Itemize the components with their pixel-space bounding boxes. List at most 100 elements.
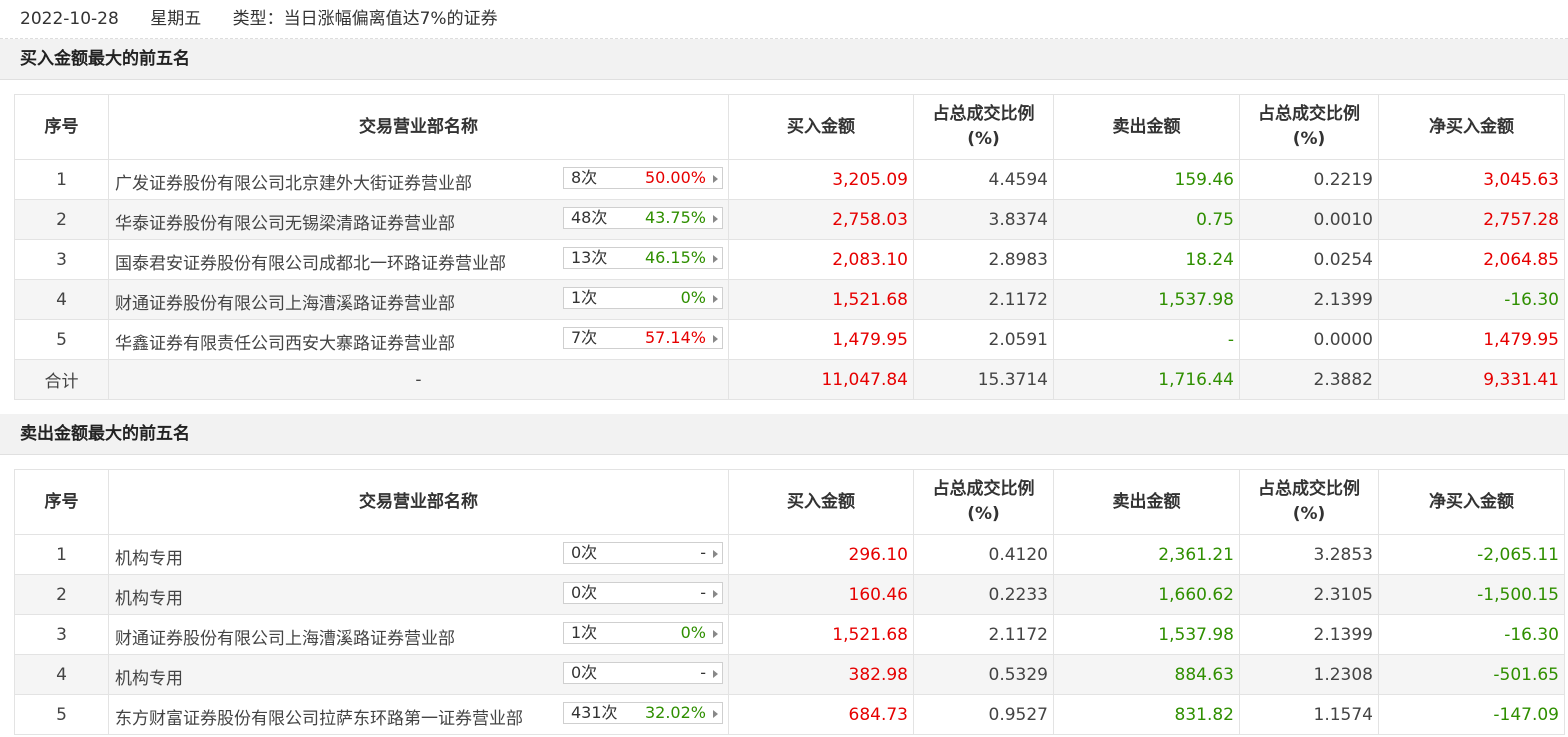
buy-ratio: 2.0591 bbox=[913, 319, 1054, 360]
listing-count: 0次 bbox=[571, 543, 598, 562]
row-index: 2 bbox=[14, 574, 109, 615]
buy-ratio: 0.9527 bbox=[913, 694, 1054, 735]
listing-type: 类型：当日涨幅偏离值达7%的证券 bbox=[232, 9, 498, 29]
net-buy-amount: -16.30 bbox=[1378, 614, 1565, 655]
net-buy-amount: -16.30 bbox=[1378, 279, 1565, 320]
success-rate: 0% bbox=[680, 623, 706, 642]
total-buy-amount: 11,047.84 bbox=[728, 359, 914, 400]
branch-name[interactable]: 华泰证券股份有限公司无锡梁清路证券营业部 bbox=[115, 209, 455, 234]
listing-count: 7次 bbox=[571, 328, 598, 347]
table-row[interactable]: 4 机构专用 0次 - 382.98 0.5329 884.63 1.2308 -501.65 bbox=[14, 654, 1565, 695]
col-net-buy-header: 净买入金额 bbox=[1378, 94, 1565, 160]
caret-right-icon bbox=[713, 590, 718, 598]
col-buy-amount-header: 买入金额 bbox=[728, 94, 914, 160]
branch-cell[interactable]: 财通证券股份有限公司上海漕溪路证券营业部 1次 0% bbox=[108, 614, 729, 655]
success-rate: 46.15% bbox=[644, 248, 706, 267]
sell-amount: 884.63 bbox=[1053, 654, 1240, 695]
branch-cell[interactable]: 财通证券股份有限公司上海漕溪路证券营业部 1次 0% bbox=[108, 279, 729, 320]
table-row[interactable]: 2 华泰证券股份有限公司无锡梁清路证券营业部 48次 43.75% 2,758.03 3.… bbox=[14, 199, 1565, 240]
branch-record-button[interactable]: 48次 43.75% bbox=[563, 207, 723, 229]
sell-amount: 2,361.21 bbox=[1053, 534, 1240, 575]
row-index: 3 bbox=[14, 614, 109, 655]
sell-ratio: 0.2219 bbox=[1239, 159, 1379, 200]
col-index-header: 序号 bbox=[14, 94, 109, 160]
row-index: 5 bbox=[14, 694, 109, 735]
branch-name[interactable]: 财通证券股份有限公司上海漕溪路证券营业部 bbox=[115, 289, 455, 314]
net-buy-amount: -501.65 bbox=[1378, 654, 1565, 695]
col-buy-amount-header: 买入金额 bbox=[728, 469, 914, 535]
col-buy-ratio-header: 占总成交比例 (%) bbox=[913, 469, 1054, 535]
branch-name[interactable]: 国泰君安证券股份有限公司成都北一环路证券营业部 bbox=[115, 249, 506, 274]
branch-record-button[interactable]: 1次 0% bbox=[563, 622, 723, 644]
branch-cell[interactable]: 机构专用 0次 - bbox=[108, 654, 729, 695]
buy-amount: 1,521.68 bbox=[728, 279, 914, 320]
listing-count: 1次 bbox=[571, 288, 598, 307]
row-index: 5 bbox=[14, 319, 109, 360]
sell-ratio: 1.1574 bbox=[1239, 694, 1379, 735]
net-buy-amount: -1,500.15 bbox=[1378, 574, 1565, 615]
sell-ratio: 1.2308 bbox=[1239, 654, 1379, 695]
sell-top5-table: 序号 交易营业部名称 买入金额 占总成交比例 (%) 卖出金额 占总成交比例 (%) 净买入金额… bbox=[14, 469, 1565, 735]
branch-cell[interactable]: 华鑫证券有限责任公司西安大寨路证券营业部 7次 57.14% bbox=[108, 319, 729, 360]
buy-amount: 2,758.03 bbox=[728, 199, 914, 240]
branch-name[interactable]: 机构专用 bbox=[115, 584, 183, 609]
branch-cell[interactable]: 国泰君安证券股份有限公司成都北一环路证券营业部 13次 46.15% bbox=[108, 239, 729, 280]
date-type-bar: 2022-10-28 星期五 类型：当日涨幅偏离值达7%的证券 bbox=[0, 0, 1568, 39]
branch-cell[interactable]: 机构专用 0次 - bbox=[108, 534, 729, 575]
table-row[interactable]: 3 财通证券股份有限公司上海漕溪路证券营业部 1次 0% 1,521.68 2.1172 1… bbox=[14, 614, 1565, 655]
buy-ratio: 3.8374 bbox=[913, 199, 1054, 240]
row-index: 1 bbox=[14, 159, 109, 200]
sell-amount: 0.75 bbox=[1053, 199, 1240, 240]
col-sell-ratio-header: 占总成交比例 (%) bbox=[1239, 94, 1379, 160]
sell-ratio: 0.0000 bbox=[1239, 319, 1379, 360]
buy-ratio: 0.5329 bbox=[913, 654, 1054, 695]
table-row[interactable]: 2 机构专用 0次 - 160.46 0.2233 1,660.62 2.3105 -1,500… bbox=[14, 574, 1565, 615]
sell-amount: 1,537.98 bbox=[1053, 279, 1240, 320]
table-row[interactable]: 1 机构专用 0次 - 296.10 0.4120 2,361.21 3.2853 -2,065… bbox=[14, 534, 1565, 575]
branch-name[interactable]: 机构专用 bbox=[115, 664, 183, 689]
buy-amount: 3,205.09 bbox=[728, 159, 914, 200]
buy-amount: 684.73 bbox=[728, 694, 914, 735]
branch-cell[interactable]: 华泰证券股份有限公司无锡梁清路证券营业部 48次 43.75% bbox=[108, 199, 729, 240]
table-row[interactable]: 3 国泰君安证券股份有限公司成都北一环路证券营业部 13次 46.15% 2,083.1… bbox=[14, 239, 1565, 280]
col-sell-amount-header: 卖出金额 bbox=[1053, 94, 1240, 160]
branch-record-button[interactable]: 0次 - bbox=[563, 542, 723, 564]
net-buy-amount: -147.09 bbox=[1378, 694, 1565, 735]
branch-record-button[interactable]: 13次 46.15% bbox=[563, 247, 723, 269]
caret-right-icon bbox=[713, 215, 718, 223]
branch-record-button[interactable]: 0次 - bbox=[563, 662, 723, 684]
branch-name[interactable]: 机构专用 bbox=[115, 544, 183, 569]
buy-top5-title: 买入金额最大的前五名 bbox=[0, 39, 1568, 80]
branch-name[interactable]: 广发证券股份有限公司北京建外大街证券营业部 bbox=[115, 169, 472, 194]
branch-record-button[interactable]: 8次 50.00% bbox=[563, 167, 723, 189]
col-sell-ratio-header: 占总成交比例 (%) bbox=[1239, 469, 1379, 535]
sell-amount: 1,537.98 bbox=[1053, 614, 1240, 655]
table-row[interactable]: 5 华鑫证券有限责任公司西安大寨路证券营业部 7次 57.14% 1,479.95 2.0… bbox=[14, 319, 1565, 360]
success-rate: - bbox=[700, 583, 706, 602]
branch-record-button[interactable]: 431次 32.02% bbox=[563, 702, 723, 724]
sell-ratio: 2.1399 bbox=[1239, 614, 1379, 655]
row-index: 1 bbox=[14, 534, 109, 575]
branch-record-button[interactable]: 7次 57.14% bbox=[563, 327, 723, 349]
header-row: 序号 交易营业部名称 买入金额 占总成交比例 (%) 卖出金额 占总成交比例 (%) 净买入金额 bbox=[14, 469, 1565, 535]
listing-count: 0次 bbox=[571, 583, 598, 602]
branch-cell[interactable]: 广发证券股份有限公司北京建外大街证券营业部 8次 50.00% bbox=[108, 159, 729, 200]
col-sell-amount-header: 卖出金额 bbox=[1053, 469, 1240, 535]
branch-name[interactable]: 华鑫证券有限责任公司西安大寨路证券营业部 bbox=[115, 329, 455, 354]
sell-amount: 18.24 bbox=[1053, 239, 1240, 280]
table-row[interactable]: 4 财通证券股份有限公司上海漕溪路证券营业部 1次 0% 1,521.68 2.1172 1… bbox=[14, 279, 1565, 320]
net-buy-amount: -2,065.11 bbox=[1378, 534, 1565, 575]
table-header: 序号 交易营业部名称 买入金额 占总成交比例 (%) 卖出金额 占总成交比例 (%) 净买入金额 bbox=[14, 469, 1565, 535]
net-buy-amount: 2,757.28 bbox=[1378, 199, 1565, 240]
col-net-buy-header: 净买入金额 bbox=[1378, 469, 1565, 535]
branch-name[interactable]: 东方财富证券股份有限公司拉萨东环路第一证券营业部 bbox=[115, 704, 523, 729]
table-row[interactable]: 1 广发证券股份有限公司北京建外大街证券营业部 8次 50.00% 3,205.09 4.… bbox=[14, 159, 1565, 200]
table-row[interactable]: 5 东方财富证券股份有限公司拉萨东环路第一证券营业部 431次 32.02% 684.7… bbox=[14, 694, 1565, 735]
branch-record-button[interactable]: 0次 - bbox=[563, 582, 723, 604]
branch-record-button[interactable]: 1次 0% bbox=[563, 287, 723, 309]
total-sell-ratio: 2.3882 bbox=[1239, 359, 1379, 400]
branch-cell[interactable]: 机构专用 0次 - bbox=[108, 574, 729, 615]
branch-name[interactable]: 财通证券股份有限公司上海漕溪路证券营业部 bbox=[115, 624, 455, 649]
branch-cell[interactable]: 东方财富证券股份有限公司拉萨东环路第一证券营业部 431次 32.02% bbox=[108, 694, 729, 735]
buy-amount: 2,083.10 bbox=[728, 239, 914, 280]
